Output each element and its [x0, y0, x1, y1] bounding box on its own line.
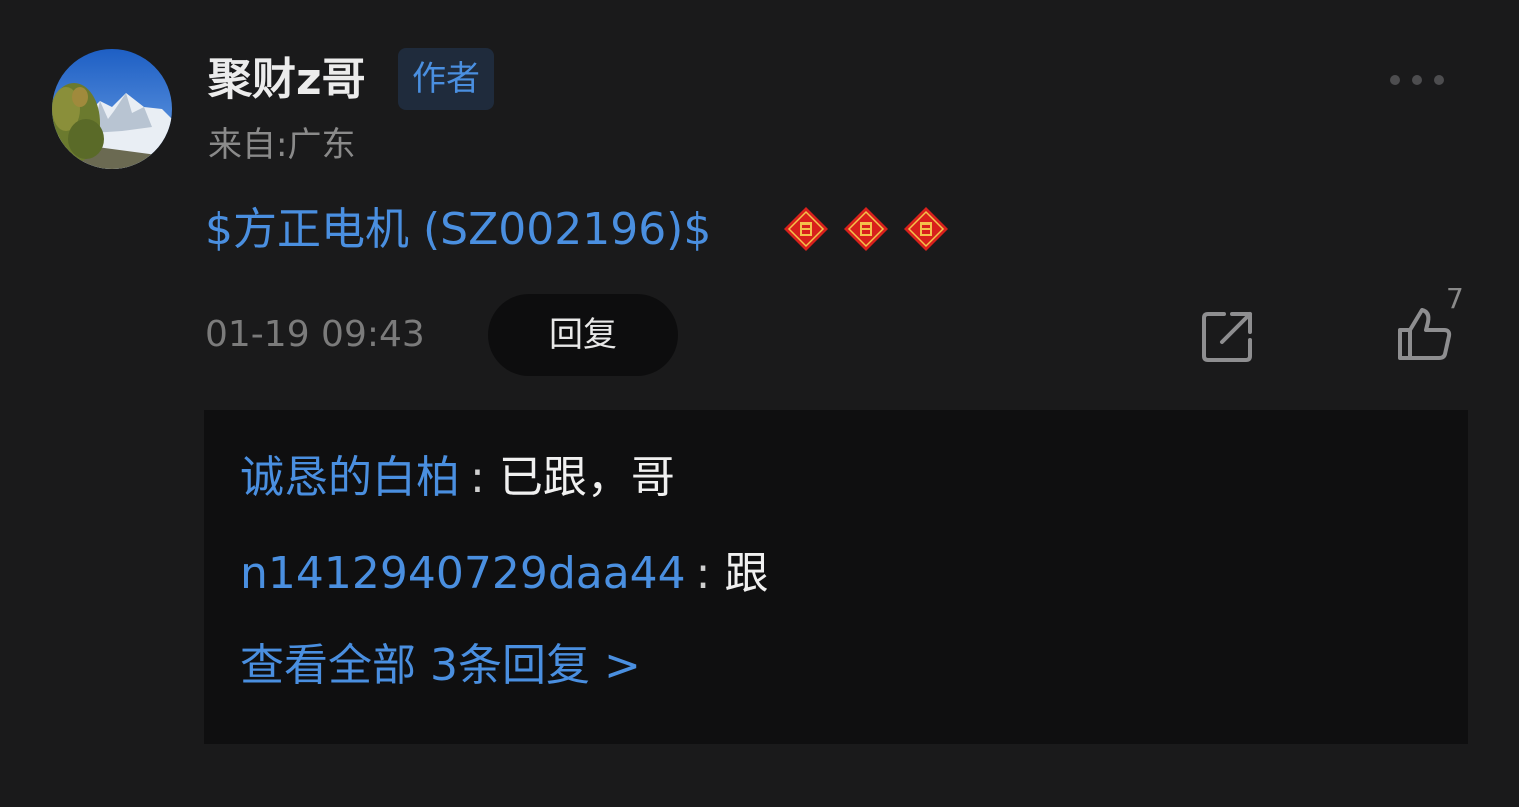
reply-item: n1412940729daa44: 跟 [240, 544, 769, 604]
reply-text: 跟 [724, 548, 769, 599]
post-timestamp: 01-19 09:43 [205, 314, 425, 355]
reply-button[interactable]: 回复 [488, 294, 678, 376]
stock-link[interactable]: $方正电机 (SZ002196)$ [205, 198, 711, 262]
username[interactable]: 聚财z哥 [208, 50, 366, 110]
reply-text: 已跟，哥 [498, 452, 675, 503]
fu-emoji-icon [784, 207, 828, 251]
reply-author[interactable]: n1412940729daa44 [240, 548, 686, 599]
reply-author[interactable]: 诚恳的白柏 [240, 452, 460, 503]
replies-box: 诚恳的白柏: 已跟，哥 n1412940729daa44: 跟 查看全部 3条回复 … [204, 410, 1468, 744]
view-all-replies-link[interactable]: 查看全部 3条回复 > [240, 636, 641, 696]
reply-item: 诚恳的白柏: 已跟，哥 [240, 448, 675, 508]
avatar[interactable] [52, 49, 172, 169]
comment-card: 聚财z哥 作者 来自:广东 $方正电机 (SZ002196)$ 01-19 09… [0, 0, 1519, 807]
like-count: 7 [1446, 282, 1464, 315]
fu-emoji-icon [904, 207, 948, 251]
reply-separator: : [470, 452, 485, 503]
avatar-mountain-image [52, 49, 172, 169]
author-badge: 作者 [398, 48, 494, 110]
reply-separator: : [695, 548, 711, 599]
share-icon[interactable] [1200, 308, 1256, 364]
emoji-row [783, 206, 949, 252]
location-label: 来自:广东 [208, 125, 356, 165]
more-dots-icon[interactable] [1390, 70, 1444, 90]
fu-emoji-icon [844, 207, 888, 251]
